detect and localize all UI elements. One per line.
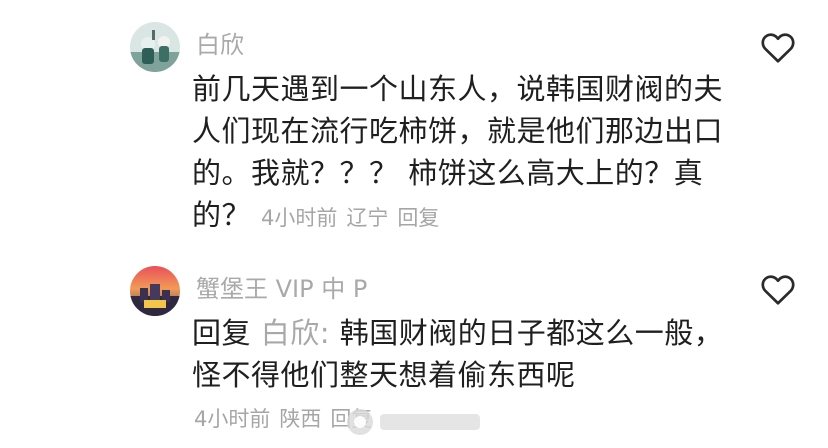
- comment-text-line: 的。我就？？？ 柿饼这么高大上的？真: [192, 156, 704, 190]
- comment-text: 回复 白欣: 韩国财阀的日子都这么一般， 怪不得他们整天想着偷东西呢: [192, 312, 723, 396]
- comment-text-line: 怪不得他们整天想着偷东西呢: [192, 358, 576, 392]
- avatar[interactable]: [130, 266, 180, 316]
- comment-thread: 白欣 前几天遇到一个山东人，说韩国财阀的夫 人们现在流行吃柿饼，就是他们那边出口…: [0, 0, 828, 448]
- comment-location: 陕西: [279, 407, 322, 431]
- comment-text-line: 人们现在流行吃柿饼，就是他们那边出口: [192, 114, 724, 148]
- comment-time: 4小时前: [261, 206, 338, 230]
- comment-time: 4小时前: [194, 407, 271, 431]
- comment-text-part: 韩国财阀的日子都这么一般，: [330, 316, 724, 350]
- comment-meta: 4小时前 辽宁 回复: [261, 206, 448, 230]
- heart-outline-icon[interactable]: [760, 30, 796, 64]
- watermark-overlay: [347, 409, 480, 435]
- comment-username[interactable]: 蟹堡王 VIP 中 P: [196, 274, 367, 304]
- comment-text-line-last: 的？ 4小时前 辽宁 回复: [192, 194, 723, 239]
- comment-text-line: 回复 白欣: 韩国财阀的日子都这么一般，: [192, 312, 723, 354]
- reply-button[interactable]: 回复: [397, 206, 439, 230]
- heart-outline-icon[interactable]: [760, 272, 796, 306]
- reply-prefix: 回复: [192, 316, 252, 350]
- comment-text: 前几天遇到一个山东人，说韩国财阀的夫 人们现在流行吃柿饼，就是他们那边出口 的。…: [192, 68, 723, 239]
- comment-location: 辽宁: [346, 206, 389, 230]
- comment-username[interactable]: 白欣: [196, 30, 244, 60]
- comment-text-tail: 的？: [192, 198, 252, 232]
- comment-text-line: 前几天遇到一个山东人，说韩国财阀的夫: [192, 72, 724, 106]
- reply-mention[interactable]: 白欣:: [261, 316, 330, 350]
- avatar[interactable]: [130, 22, 180, 72]
